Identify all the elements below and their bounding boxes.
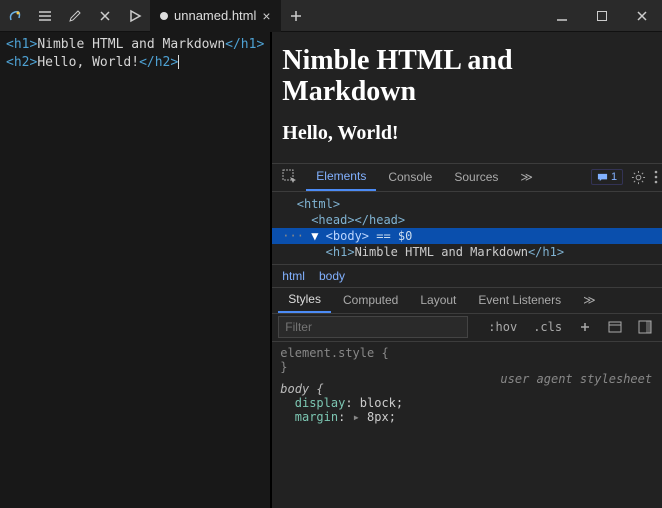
styles-tabs: Styles Computed Layout Event Listeners ≫	[272, 288, 662, 314]
styles-filter-input[interactable]	[278, 316, 468, 338]
subtabs-more-icon[interactable]: ≫	[573, 287, 606, 313]
css-prop: display	[295, 396, 346, 410]
expand-triangle-icon[interactable]: ▸	[353, 410, 360, 424]
css-val: block	[360, 396, 396, 410]
rendering-panel-icon[interactable]	[634, 320, 656, 334]
style-selector: element.style {	[280, 346, 654, 360]
html-preview: Nimble HTML and Markdown Hello, World!	[272, 32, 662, 163]
tab-label: unnamed.html	[174, 8, 256, 23]
tab-unnamed[interactable]: unnamed.html ×	[150, 0, 281, 32]
hov-toggle[interactable]: :hov	[484, 320, 521, 334]
crumb-html[interactable]: html	[282, 269, 305, 283]
new-style-rule-icon[interactable]	[574, 320, 596, 334]
messages-badge[interactable]: 1	[591, 169, 623, 185]
dom-tag: <html>	[297, 197, 340, 211]
dom-tag: <body>	[326, 229, 369, 243]
dom-row-selected[interactable]: ··· ▼ <body> == $0	[272, 228, 662, 244]
code-text: Hello, World!	[37, 55, 139, 70]
dom-tag: </h1>	[528, 245, 564, 259]
code-tag: </h2>	[139, 55, 178, 70]
maximize-button[interactable]	[582, 0, 622, 32]
new-tab-button[interactable]	[281, 9, 311, 23]
tools-icon[interactable]	[90, 0, 120, 32]
text-cursor	[178, 55, 179, 69]
styles-pane[interactable]: element.style { } user agent stylesheet …	[272, 342, 662, 508]
dom-row[interactable]: <html>	[272, 196, 662, 212]
close-window-button[interactable]	[622, 0, 662, 32]
css-prop: margin	[295, 410, 338, 424]
code-tag: <h2>	[6, 55, 37, 70]
dom-text: Nimble HTML and Markdown	[355, 245, 528, 259]
kebab-menu-icon[interactable]	[654, 170, 658, 184]
style-block-body[interactable]: body { display: block; margin: ▸ 8px;	[280, 382, 654, 424]
code-tag: </h1>	[225, 37, 264, 52]
minimize-button[interactable]	[542, 0, 582, 32]
dom-row[interactable]: <head></head>	[272, 212, 662, 228]
computed-sidebar-icon[interactable]	[604, 320, 626, 334]
style-block-element[interactable]: element.style { }	[280, 346, 654, 374]
play-icon[interactable]	[120, 0, 150, 32]
modified-dot-icon	[160, 12, 168, 20]
app-logo-icon[interactable]	[0, 0, 30, 32]
dom-tag: <h1>	[326, 245, 355, 259]
styles-filter-bar: :hov .cls	[272, 314, 662, 342]
code-text: Nimble HTML and Markdown	[37, 37, 225, 52]
css-val: 8px	[367, 410, 389, 424]
subtab-layout[interactable]: Layout	[410, 287, 466, 313]
titlebar: unnamed.html ×	[0, 0, 662, 32]
dom-row[interactable]: <h1>Nimble HTML and Markdown</h1>	[272, 244, 662, 260]
subtab-computed[interactable]: Computed	[333, 287, 408, 313]
ua-stylesheet-label: user agent stylesheet	[500, 372, 652, 386]
cls-toggle[interactable]: .cls	[529, 320, 566, 334]
subtab-event-listeners[interactable]: Event Listeners	[468, 287, 571, 313]
preview-h1: Nimble HTML and Markdown	[282, 46, 652, 108]
settings-gear-icon[interactable]	[631, 170, 646, 185]
code-editor[interactable]: <h1>Nimble HTML and Markdown</h1> <h2>He…	[0, 32, 271, 508]
menu-icon[interactable]	[30, 0, 60, 32]
devtools-panel: Elements Console Sources ≫ 1	[272, 163, 662, 508]
close-tab-icon[interactable]: ×	[262, 8, 270, 24]
style-selector: body {	[280, 382, 323, 396]
tabs-more-icon[interactable]: ≫	[510, 163, 543, 191]
dom-breadcrumb: html body	[272, 264, 662, 288]
messages-count: 1	[611, 171, 617, 183]
tab-elements[interactable]: Elements	[306, 163, 376, 191]
element-picker-icon[interactable]	[276, 163, 304, 191]
tab-console[interactable]: Console	[378, 163, 442, 191]
preview-h2: Hello, World!	[282, 122, 652, 145]
subtab-styles[interactable]: Styles	[278, 287, 331, 313]
dom-tag: <head></head>	[311, 213, 405, 227]
crumb-body[interactable]: body	[319, 269, 345, 283]
dom-tree[interactable]: <html> <head></head> ··· ▼ <body> == $0 …	[272, 192, 662, 264]
code-tag: <h1>	[6, 37, 37, 52]
main-split: <h1>Nimble HTML and Markdown</h1> <h2>He…	[0, 32, 662, 508]
tab-sources[interactable]: Sources	[444, 163, 508, 191]
dom-eq0: == $0	[369, 229, 412, 243]
edit-icon[interactable]	[60, 0, 90, 32]
devtools-tabs: Elements Console Sources ≫ 1	[272, 164, 662, 192]
right-pane: Nimble HTML and Markdown Hello, World! E…	[271, 32, 662, 508]
